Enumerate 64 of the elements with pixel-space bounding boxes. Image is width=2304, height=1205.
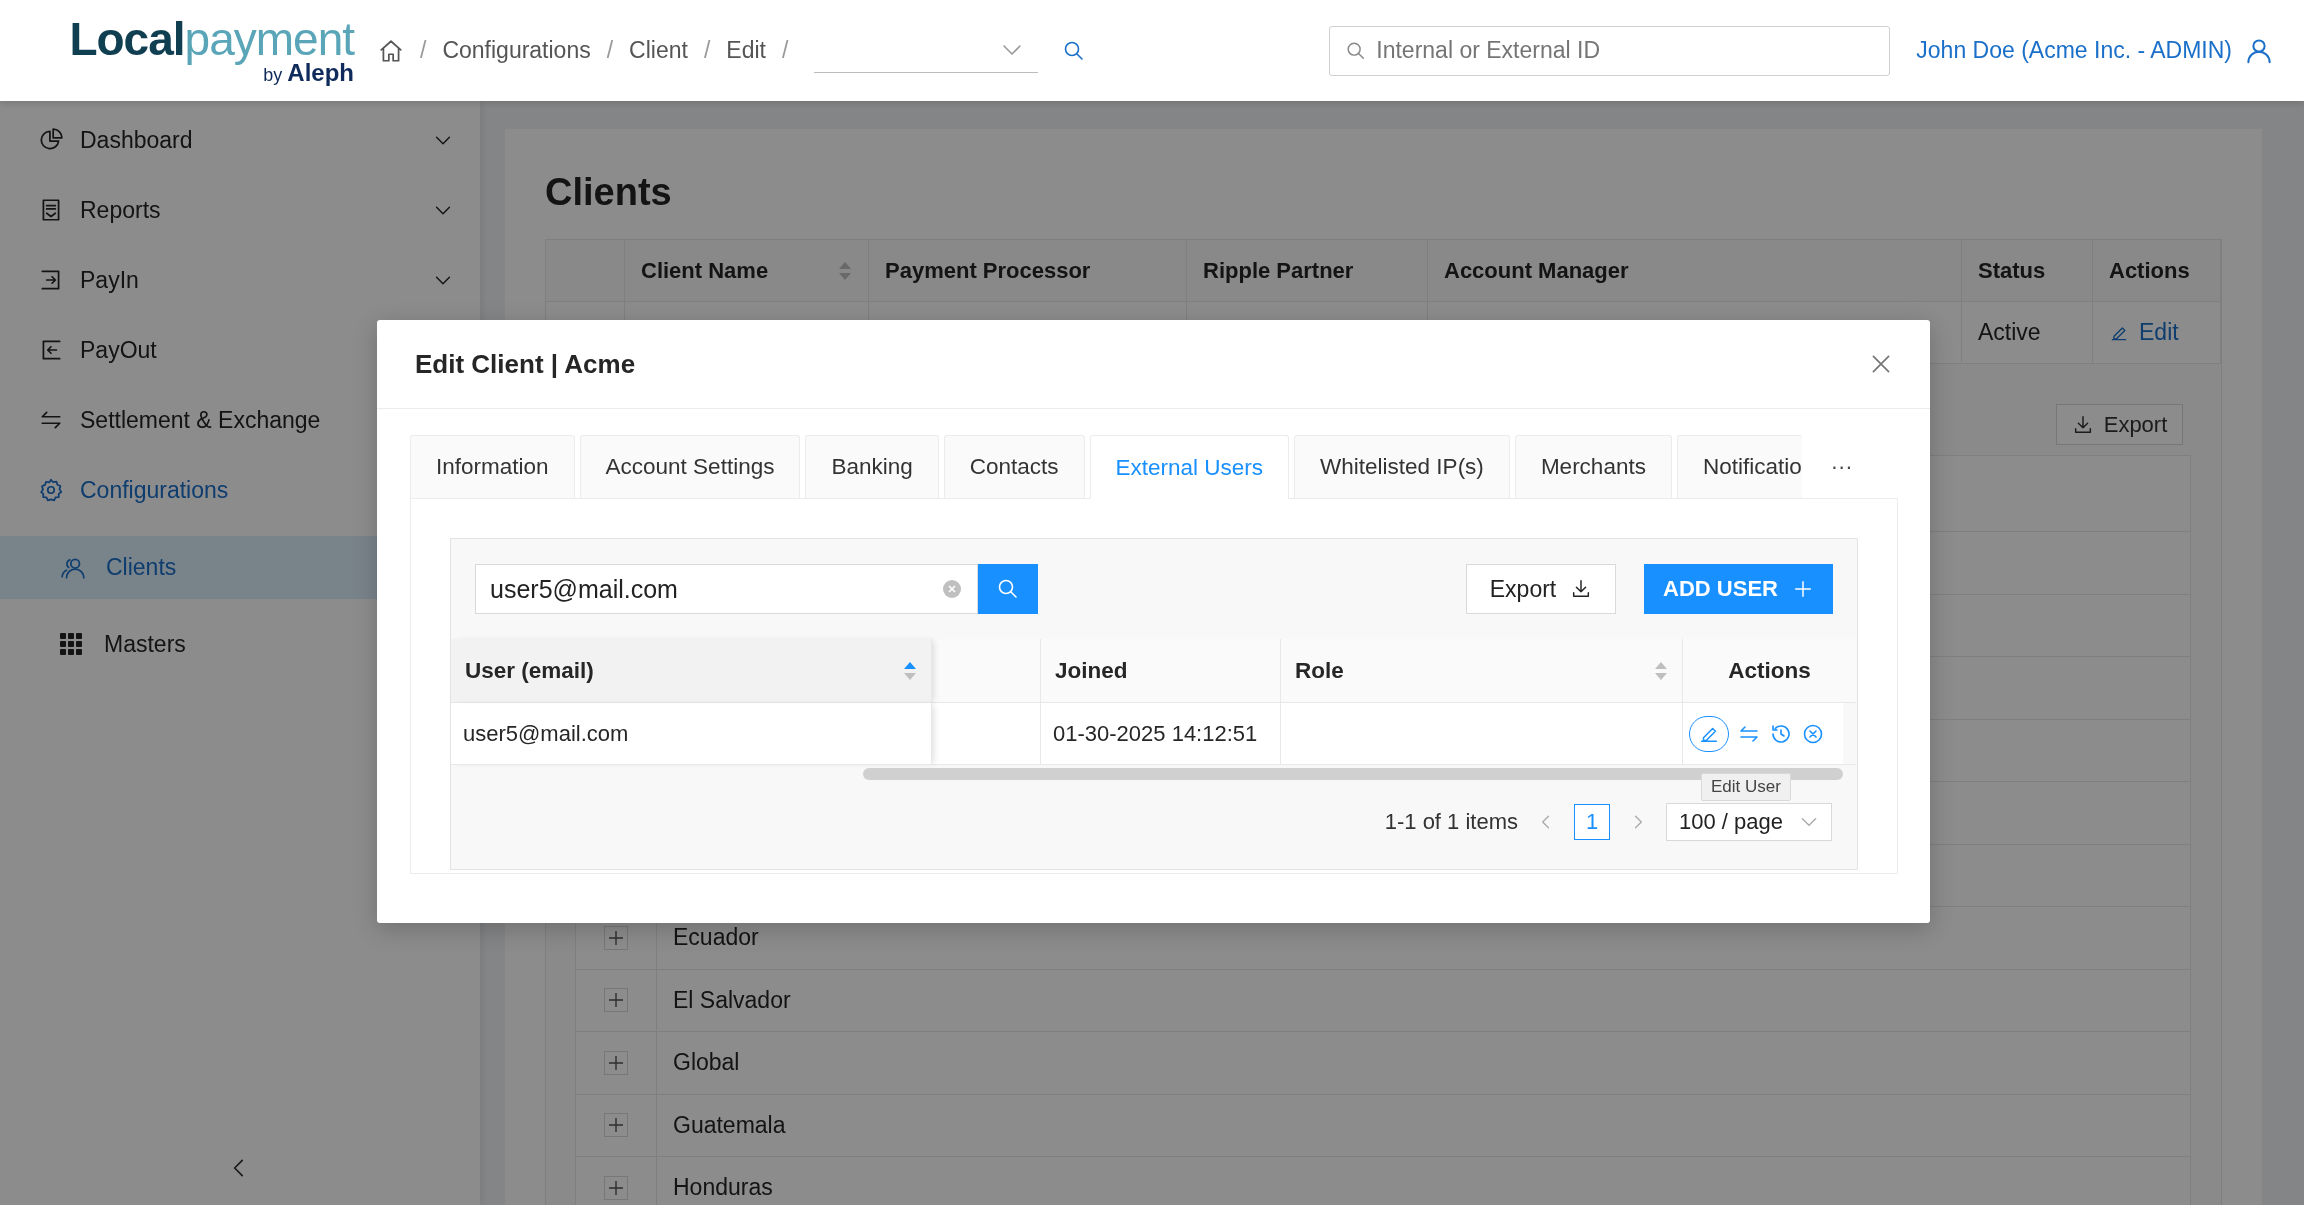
expand-row-button[interactable]: [604, 988, 628, 1013]
region-name: Global: [672, 1049, 740, 1077]
scrollbar[interactable]: [863, 768, 1843, 780]
column-header: Role: [1295, 657, 1344, 684]
tab[interactable]: Information: [410, 435, 575, 498]
tooltip: Edit User: [1701, 773, 1791, 801]
plus-icon: [609, 1180, 623, 1195]
page-title: Clients: [545, 171, 673, 215]
table-cell: user5@mail.com: [463, 720, 629, 747]
column-header: Account Manager: [1444, 257, 1629, 284]
column-header: Ripple Partner: [1203, 257, 1354, 284]
breadcrumb-separator: /: [420, 37, 427, 64]
plus-icon: [609, 1055, 623, 1070]
region-name: Honduras: [672, 1174, 773, 1202]
more-tabs-button[interactable]: ···: [1830, 453, 1853, 480]
expand-row-button[interactable]: [604, 925, 628, 950]
user-name[interactable]: John Doe (Acme Inc. - ADMIN): [1916, 37, 2232, 64]
clear-icon[interactable]: [942, 579, 962, 599]
region-name: Ecuador: [672, 924, 759, 952]
export-button[interactable]: Export: [2056, 404, 2183, 445]
expand-row-button[interactable]: [604, 1050, 628, 1075]
id-search-field[interactable]: Internal or External ID: [1329, 25, 1891, 76]
pie-chart-icon: [38, 127, 64, 153]
breadcrumb-separator: /: [606, 37, 614, 64]
plus-icon: [609, 1118, 623, 1133]
gear-icon: [38, 477, 64, 503]
search-icon: [996, 577, 1020, 601]
breadcrumb-link[interactable]: Edit: [726, 37, 766, 64]
logo-byline: by Aleph: [263, 61, 354, 86]
region-name: El Salvador: [672, 986, 791, 1014]
sidebar-item[interactable]: Dashboard: [0, 105, 480, 175]
column-header: Status: [1978, 257, 2046, 284]
column-header: Client Name: [641, 257, 769, 284]
breadcrumb-link[interactable]: Client: [629, 37, 688, 64]
breadcrumb-separator: /: [703, 37, 711, 64]
column-header: User (email): [465, 657, 594, 684]
column-header: Actions: [1728, 657, 1811, 684]
status-text: Active: [1978, 319, 2041, 346]
tab[interactable]: Merchants: [1514, 435, 1672, 498]
breadcrumb-link[interactable]: Configurations: [442, 37, 591, 64]
breadcrumb-separator: /: [781, 37, 789, 64]
sidebar-item[interactable]: Reports: [0, 175, 480, 245]
column-header: Joined: [1055, 657, 1128, 684]
search-button[interactable]: [978, 564, 1038, 614]
tab[interactable]: Banking: [805, 435, 939, 498]
export-button[interactable]: Export: [1466, 564, 1616, 614]
tab[interactable]: Contacts: [943, 435, 1085, 498]
page-size-select[interactable]: 100 / page: [1666, 803, 1832, 841]
expand-row-button[interactable]: [604, 1113, 628, 1138]
tab[interactable]: Notificatio: [1676, 435, 1802, 498]
region-name: Guatemala: [672, 1111, 786, 1139]
grid-icon: [60, 632, 84, 657]
table-cell: 01-30-2025 14:12:51: [1053, 720, 1258, 747]
plus-icon: [609, 993, 623, 1008]
tab[interactable]: Account Settings: [579, 435, 801, 498]
search-field[interactable]: user5@mail.com: [475, 564, 978, 614]
pagination-summary: 1-1 of 1 items: [1384, 809, 1518, 835]
column-header: Actions: [2109, 257, 2190, 284]
dialog-title: Edit Client | Acme: [415, 348, 636, 380]
plus-icon: [609, 930, 623, 945]
column-header: Payment Processor: [885, 257, 1091, 284]
expand-row-button[interactable]: [604, 1175, 628, 1200]
sidebar-item[interactable]: PayIn: [0, 245, 480, 315]
tab[interactable]: Whitelisted IP(s): [1294, 435, 1510, 498]
